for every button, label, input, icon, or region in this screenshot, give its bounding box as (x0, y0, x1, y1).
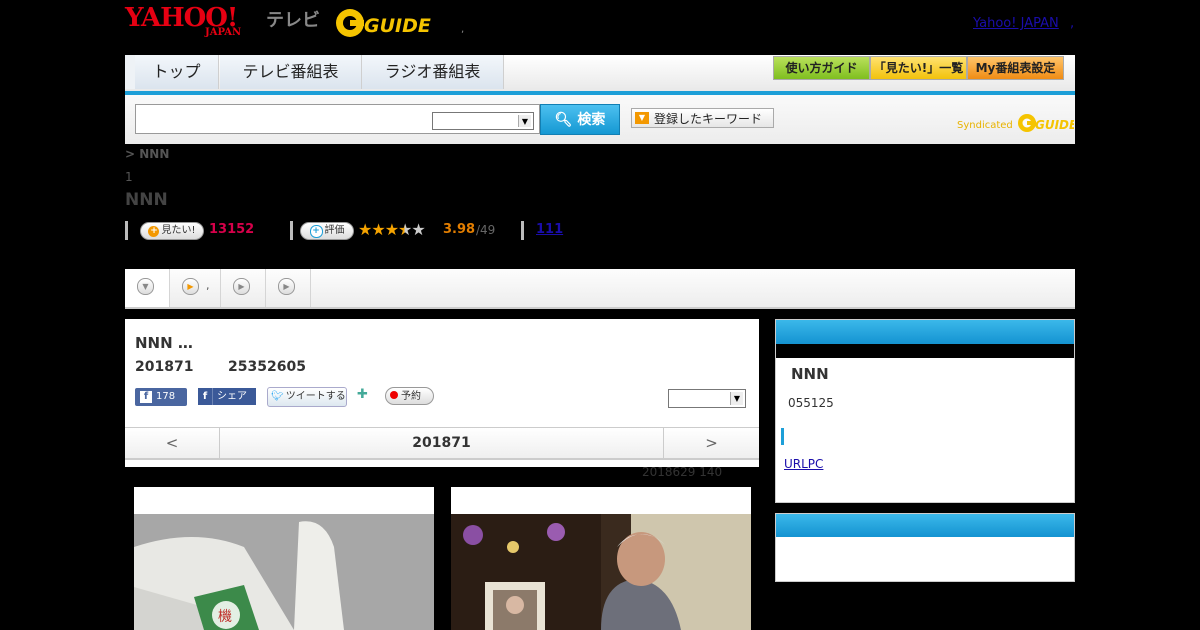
chevron-down-icon: ▼ (137, 278, 154, 295)
svg-text:GUIDE: GUIDE (1035, 118, 1074, 132)
prev-date-button[interactable]: < (125, 428, 220, 458)
next-date-button[interactable]: > (663, 428, 759, 458)
japan-logo-text: JAPAN (205, 27, 242, 38)
nav-tab-top[interactable]: トップ (125, 55, 219, 89)
want-count: 13152 (209, 222, 255, 237)
episode-number: 1 (125, 170, 133, 184)
want-list-button[interactable]: 「見たい!」一覧 (870, 56, 967, 80)
gguide-logo[interactable]: GUIDE (334, 6, 434, 40)
play-icon: ▶ (278, 278, 295, 295)
program-tabs: ▼ ▶ , ▶ ▶ (125, 269, 1075, 309)
facebook-icon: f (198, 388, 213, 405)
episode-photo[interactable]: 機 (134, 487, 434, 630)
chevron-down-icon: ▼ (730, 392, 743, 405)
station-card-header (776, 320, 1074, 344)
want-button[interactable]: + 見たい! (140, 222, 204, 240)
play-icon: ▶ (182, 278, 199, 295)
station-card-banner (776, 344, 1074, 358)
reserve-button[interactable]: 予約 (385, 387, 434, 405)
tab-info[interactable]: ▼ (125, 269, 170, 307)
station-card: NNN 055125 URLPC (775, 319, 1075, 503)
station-url-link[interactable]: URLPC (784, 457, 823, 471)
twitter-bird-icon: 🐦︎ (271, 391, 284, 402)
svg-text:機: 機 (218, 609, 232, 625)
star-icon: ★ (371, 220, 385, 239)
date-navigation: < 201871 > (125, 427, 759, 460)
breadcrumb[interactable]: > NNN (125, 147, 169, 161)
saved-keywords-button[interactable]: ▼ 登録したキーワード (631, 108, 774, 128)
share-label: シェア (217, 391, 247, 402)
broadcast-date: 201871 (135, 359, 194, 375)
star-icon: ★ (358, 220, 372, 239)
chevron-down-icon: ▼ (518, 115, 531, 127)
divider (521, 221, 524, 240)
rating-score: 3.98 (443, 222, 476, 237)
tab-label: , (206, 279, 210, 292)
review-count-link[interactable]: 111 (536, 222, 563, 237)
my-listings-button[interactable]: My番組表設定 (967, 56, 1064, 80)
episode-select[interactable]: ▼ (668, 389, 746, 408)
want-button-label: 見たい! (161, 225, 196, 236)
sidebar-card (775, 513, 1075, 582)
star-empty-icon: ★ (411, 220, 425, 239)
link-separator: , (1070, 16, 1075, 31)
half-star-icon: ★ (398, 220, 412, 239)
rate-button[interactable]: + 評価 (300, 222, 354, 240)
sidebar-card-header (776, 514, 1074, 537)
facebook-icon: f (140, 391, 152, 403)
plus-icon: + (148, 226, 160, 237)
divider (290, 221, 293, 240)
rate-button-label: 評価 (324, 225, 345, 236)
usage-guide-button[interactable]: 使い方ガイド (773, 56, 870, 80)
saved-keywords-label: 登録したキーワード (654, 112, 763, 126)
triangle-down-icon: ▼ (635, 112, 649, 124)
tweet-label: ツイートする (285, 391, 346, 402)
updated-timestamp: 2018629 140 (642, 465, 723, 479)
svg-text:GUIDE: GUIDE (364, 15, 431, 37)
station-number: 055125 (788, 396, 834, 410)
star-rating: ★★★★★ (358, 220, 426, 239)
syndicated-gguide-logo: Syndicated GUIDE (957, 112, 1078, 134)
record-dot-icon (390, 391, 398, 399)
plus-icon: + (309, 225, 323, 238)
episode-photo[interactable] (451, 487, 751, 630)
episode-title: NNN … (135, 334, 193, 352)
yahoo-japan-link[interactable]: Yahoo! JAPAN (973, 16, 1059, 31)
search-icon: 🔍︎ (554, 112, 573, 128)
broadcast-time: 25352605 (228, 359, 306, 375)
program-title: NNN (125, 190, 168, 210)
current-date: 201871 (412, 435, 471, 451)
reserve-label: 予約 (401, 391, 421, 402)
header-separator: , (461, 24, 465, 35)
tab-cast[interactable]: ▶ (221, 269, 266, 307)
section-marker (781, 428, 784, 445)
facebook-like-button[interactable]: f 178 (135, 388, 187, 406)
tv-label[interactable]: テレビ (266, 6, 320, 32)
tab-reviews[interactable]: ▶ , (170, 269, 221, 307)
like-count: 178 (156, 391, 176, 402)
search-category-select[interactable]: ▼ (432, 112, 534, 130)
episode-panel: NNN … 201871 25352605 f 178 f シェア 🐦︎ ツイートする… (125, 319, 759, 467)
nav-tab-tv-listings[interactable]: テレビ番組表 (220, 55, 362, 89)
play-icon: ▶ (233, 278, 250, 295)
rating-count: /49 (476, 223, 496, 237)
station-name: NNN (791, 365, 829, 383)
bookmark-share-icon[interactable]: ✚ (357, 387, 374, 404)
search-bar: ▼ 🔍︎ 検索 ▼ 登録したキーワード Syndicated GUIDE (125, 95, 1078, 144)
syndicated-label: Syndicated (957, 120, 1013, 131)
search-button-label: 検索 (577, 112, 606, 128)
tab-related[interactable]: ▶ (266, 269, 311, 307)
search-button[interactable]: 🔍︎ 検索 (540, 104, 620, 135)
tweet-button[interactable]: 🐦︎ ツイートする (267, 387, 347, 407)
star-icon: ★ (384, 220, 399, 239)
nav-tab-radio-listings[interactable]: ラジオ番組表 (362, 55, 504, 89)
divider (125, 221, 128, 240)
facebook-share-button[interactable]: f シェア (198, 388, 256, 405)
main-nav: トップ テレビ番組表 ラジオ番組表 使い方ガイド 「見たい!」一覧 My番組表設… (125, 55, 1075, 95)
